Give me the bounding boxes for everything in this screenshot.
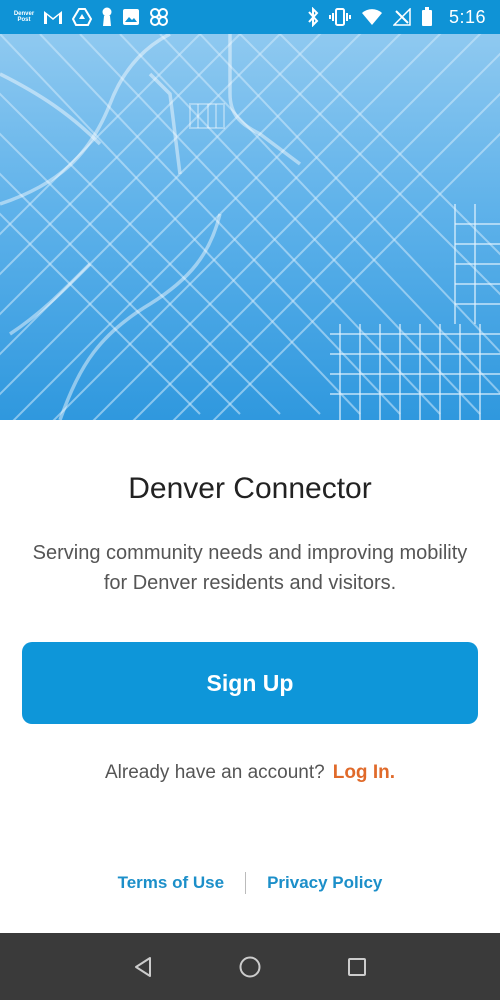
footer-links: Terms of Use Privacy Policy — [0, 872, 500, 894]
news-app-label: Denver Post — [13, 11, 35, 23]
pinwheel-icon — [149, 7, 169, 27]
keyhole-icon — [101, 7, 113, 27]
bluetooth-icon — [307, 7, 319, 27]
sign-up-button[interactable]: Sign Up — [22, 642, 478, 724]
app-title: Denver Connector — [128, 472, 372, 505]
login-prompt-row: Already have an account? Log In. — [0, 762, 500, 784]
image-icon — [122, 8, 140, 26]
wifi-icon — [361, 8, 383, 26]
terms-of-use-link[interactable]: Terms of Use — [118, 873, 224, 893]
city-map-illustration — [0, 34, 500, 420]
home-icon[interactable] — [228, 945, 272, 989]
app-subtitle: Serving community needs and improving mo… — [32, 542, 468, 594]
no-signal-icon — [392, 8, 411, 26]
privacy-policy-link[interactable]: Privacy Policy — [267, 873, 382, 893]
status-right-icons: 5:16 — [307, 7, 486, 28]
drive-icon — [72, 8, 92, 26]
news-app-icon: Denver Post — [14, 11, 34, 23]
battery-icon — [421, 7, 433, 27]
log-in-link[interactable]: Log In. — [333, 762, 395, 783]
map-graphic — [0, 34, 500, 420]
vibrate-icon — [328, 7, 351, 27]
login-prompt-text: Already have an account? — [105, 762, 325, 783]
status-bar: Denver Post 5:16 — [0, 0, 500, 34]
footer-divider — [245, 872, 247, 894]
status-left-icons: Denver Post — [14, 7, 169, 27]
status-time: 5:16 — [448, 6, 486, 27]
navigation-bar — [0, 933, 500, 1000]
recents-icon[interactable] — [335, 945, 379, 989]
login-screen: Denver Post 5:16 Denver Connector Servin… — [0, 0, 500, 1000]
gmail-icon — [43, 9, 63, 25]
sign-up-label: Sign Up — [206, 669, 294, 696]
back-icon[interactable] — [121, 945, 165, 989]
